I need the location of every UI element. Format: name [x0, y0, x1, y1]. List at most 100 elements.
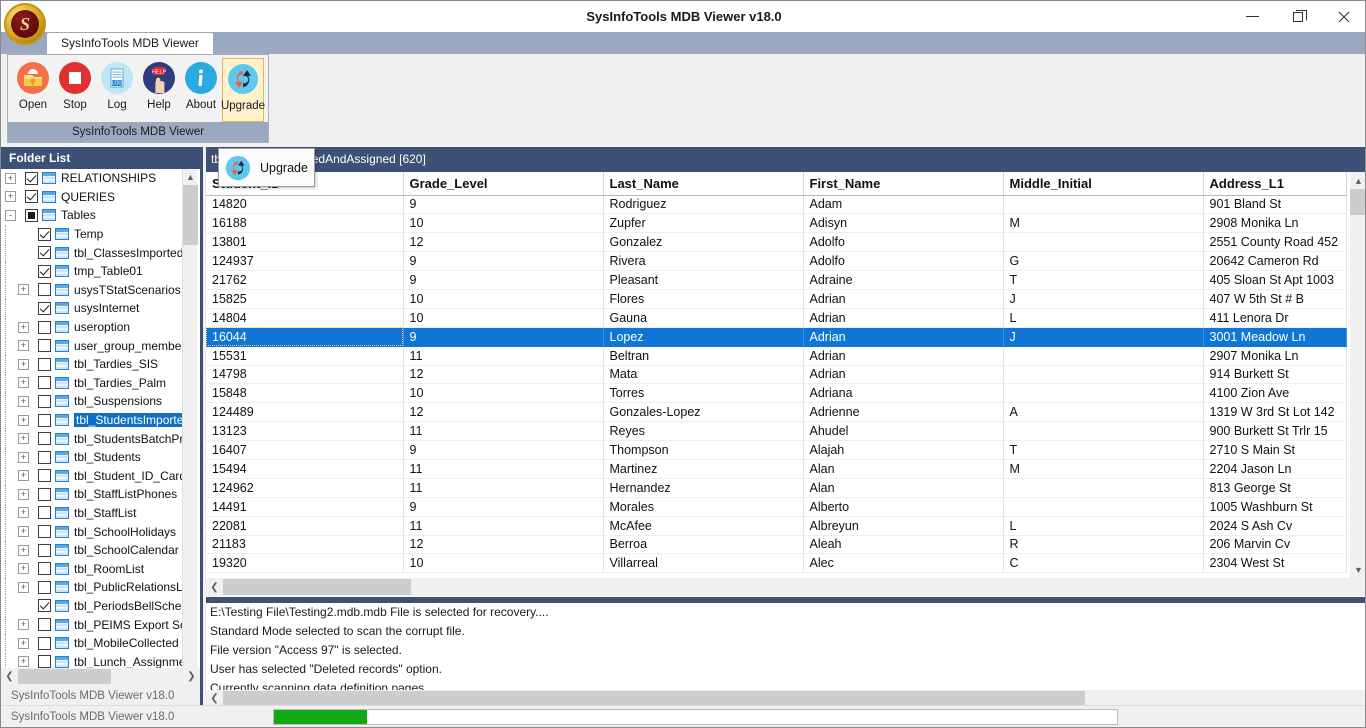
- tree-node[interactable]: +tbl_StudentsBatchPr: [1, 429, 183, 448]
- table-cell[interactable]: Rivera: [603, 252, 803, 271]
- table-cell[interactable]: C: [1003, 554, 1203, 573]
- table-cell[interactable]: 206 Marvin Cv: [1203, 535, 1346, 554]
- tree-node[interactable]: +tbl_StudentsImporte: [1, 411, 183, 430]
- tree-node[interactable]: +tbl_StaffList: [1, 504, 183, 523]
- table-cell[interactable]: Alan: [803, 459, 1003, 478]
- tree-node[interactable]: +RELATIONSHIPS: [1, 169, 183, 188]
- table-cell[interactable]: [1003, 422, 1203, 441]
- table-cell[interactable]: 10: [403, 554, 603, 573]
- scrollbar-thumb[interactable]: [183, 185, 198, 245]
- tree-node-checkbox[interactable]: [38, 488, 51, 501]
- tab-sysinfotools-mdb-viewer[interactable]: SysInfoTools MDB Viewer: [46, 32, 214, 54]
- table-cell[interactable]: [1003, 365, 1203, 384]
- table-cell[interactable]: 21183: [206, 535, 403, 554]
- table-cell[interactable]: 13801: [206, 233, 403, 252]
- table-row[interactable]: 1553111BeltranAdrian2907 Monika Ln: [206, 346, 1346, 365]
- table-cell[interactable]: 11: [403, 422, 603, 441]
- table-cell[interactable]: McAfee: [603, 516, 803, 535]
- tree-node[interactable]: +usysTStatScenarios: [1, 281, 183, 300]
- scroll-right-icon[interactable]: ❯: [183, 668, 200, 685]
- table-cell[interactable]: 3001 Meadow Ln: [1203, 327, 1346, 346]
- table-cell[interactable]: Zupfer: [603, 214, 803, 233]
- table-cell[interactable]: Adolfo: [803, 252, 1003, 271]
- table-cell[interactable]: 16044: [206, 327, 403, 346]
- tree-node-checkbox[interactable]: [25, 209, 38, 222]
- table-cell[interactable]: Adrian: [803, 289, 1003, 308]
- table-cell[interactable]: Mata: [603, 365, 803, 384]
- table-cell[interactable]: Alberto: [803, 497, 1003, 516]
- tree-node[interactable]: +tbl_Tardies_Palm: [1, 374, 183, 393]
- table-cell[interactable]: M: [1003, 214, 1203, 233]
- table-cell[interactable]: 15825: [206, 289, 403, 308]
- table-cell[interactable]: Adraine: [803, 271, 1003, 290]
- table-row[interactable]: 1932010VillarrealAlecC2304 West St: [206, 554, 1346, 573]
- table-cell[interactable]: [1003, 478, 1203, 497]
- tree-node-checkbox[interactable]: [38, 432, 51, 445]
- table-cell[interactable]: M: [1003, 459, 1203, 478]
- table-cell[interactable]: Rodriguez: [603, 195, 803, 214]
- tree-node[interactable]: +user_group_membe: [1, 336, 183, 355]
- table-cell[interactable]: 16188: [206, 214, 403, 233]
- expand-icon[interactable]: +: [18, 507, 29, 518]
- open-button[interactable]: Open: [12, 58, 54, 122]
- grid-column-header[interactable]: Middle_Initial: [1003, 172, 1203, 195]
- table-cell[interactable]: 11: [403, 459, 603, 478]
- table-cell[interactable]: 9: [403, 195, 603, 214]
- table-cell[interactable]: 2024 S Ash Cv: [1203, 516, 1346, 535]
- table-cell[interactable]: Flores: [603, 289, 803, 308]
- expand-icon[interactable]: +: [18, 322, 29, 333]
- table-cell[interactable]: T: [1003, 271, 1203, 290]
- tree-node-checkbox[interactable]: [38, 618, 51, 631]
- table-cell[interactable]: 914 Burkett St: [1203, 365, 1346, 384]
- table-cell[interactable]: 2204 Jason Ln: [1203, 459, 1346, 478]
- table-row[interactable]: 12496211HernandezAlan813 George St: [206, 478, 1346, 497]
- log-button[interactable]: LOG Log: [96, 58, 138, 122]
- table-cell[interactable]: 15494: [206, 459, 403, 478]
- table-cell[interactable]: Pleasant: [603, 271, 803, 290]
- tree-node-checkbox[interactable]: [38, 228, 51, 241]
- expand-icon[interactable]: +: [18, 638, 29, 649]
- minimize-button[interactable]: [1229, 1, 1275, 32]
- scroll-up-icon[interactable]: ▲: [183, 169, 198, 185]
- table-cell[interactable]: 10: [403, 308, 603, 327]
- tree-node-checkbox[interactable]: [38, 655, 51, 668]
- table-cell[interactable]: 11: [403, 346, 603, 365]
- scrollbar-thumb[interactable]: [1350, 189, 1366, 215]
- folder-tree-horizontal-scrollbar[interactable]: ❮ ❯: [1, 668, 200, 685]
- tree-node[interactable]: +tbl_SchoolCalendar: [1, 541, 183, 560]
- scrollbar-thumb[interactable]: [18, 669, 111, 684]
- table-cell[interactable]: 9: [403, 497, 603, 516]
- table-cell[interactable]: 124962: [206, 478, 403, 497]
- table-cell[interactable]: L: [1003, 516, 1203, 535]
- table-cell[interactable]: Aleah: [803, 535, 1003, 554]
- expand-icon[interactable]: +: [18, 415, 29, 426]
- table-cell[interactable]: 1005 Washburn St: [1203, 497, 1346, 516]
- tree-node[interactable]: tbl_PeriodsBellSched: [1, 597, 183, 616]
- expand-icon[interactable]: +: [18, 526, 29, 537]
- table-cell[interactable]: L: [1003, 308, 1203, 327]
- collapse-icon[interactable]: -: [5, 210, 16, 221]
- table-cell[interactable]: Reyes: [603, 422, 803, 441]
- table-cell[interactable]: 9: [403, 252, 603, 271]
- table-cell[interactable]: 124489: [206, 403, 403, 422]
- table-cell[interactable]: Adrienne: [803, 403, 1003, 422]
- table-cell[interactable]: 124937: [206, 252, 403, 271]
- table-cell[interactable]: Villarreal: [603, 554, 803, 573]
- table-cell[interactable]: Alan: [803, 478, 1003, 497]
- table-cell[interactable]: 900 Burkett St Trlr 15: [1203, 422, 1346, 441]
- scroll-left-icon[interactable]: ❮: [1, 668, 18, 685]
- expand-icon[interactable]: +: [5, 173, 16, 184]
- tree-node-checkbox[interactable]: [25, 172, 38, 185]
- tree-node[interactable]: tmp_Table01: [1, 262, 183, 281]
- table-row[interactable]: 2208111McAfeeAlbreyunL2024 S Ash Cv: [206, 516, 1346, 535]
- table-cell[interactable]: 21762: [206, 271, 403, 290]
- tree-node-checkbox[interactable]: [38, 339, 51, 352]
- table-cell[interactable]: 15531: [206, 346, 403, 365]
- expand-icon[interactable]: +: [18, 545, 29, 556]
- table-cell[interactable]: Alec: [803, 554, 1003, 573]
- scrollbar-thumb[interactable]: [223, 579, 411, 595]
- table-cell[interactable]: 813 George St: [1203, 478, 1346, 497]
- table-cell[interactable]: Adisyn: [803, 214, 1003, 233]
- table-row[interactable]: 217629PleasantAdraineT405 Sloan St Apt 1…: [206, 271, 1346, 290]
- table-row[interactable]: 1584810TorresAdriana4100 Zion Ave: [206, 384, 1346, 403]
